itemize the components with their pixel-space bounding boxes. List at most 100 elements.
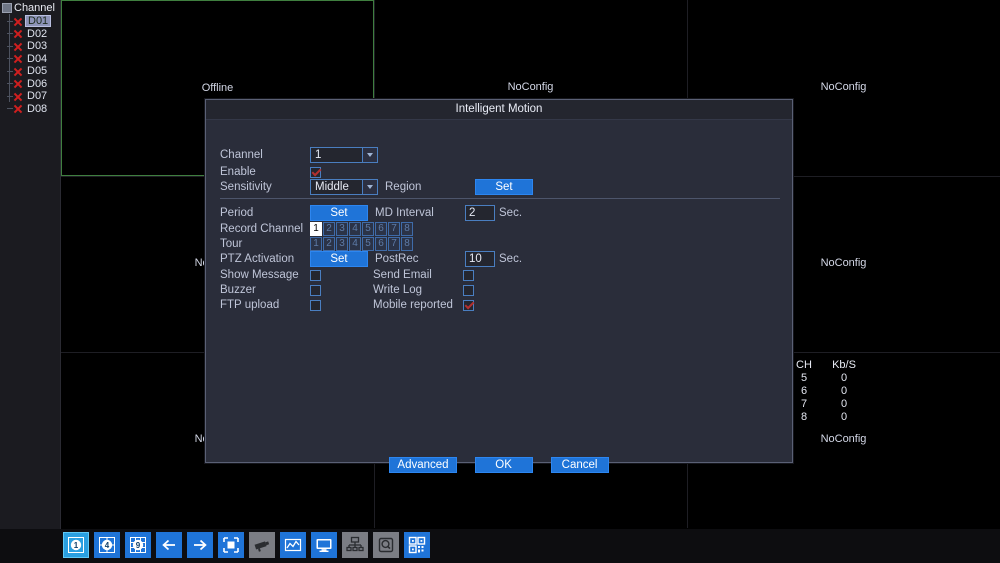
bitrate-col-ch: CH	[796, 358, 812, 371]
channel-item-d05[interactable]: D05	[0, 65, 60, 78]
postrec-input[interactable]: 10	[465, 251, 495, 267]
record-channel-toggle-4[interactable]: 4	[349, 222, 361, 236]
ftp-upload-checkbox[interactable]	[310, 299, 321, 311]
channel-tree-panel: Channel D01 D02 D03 D04 D05 D06 D07 D08	[0, 0, 61, 529]
ok-button[interactable]: OK	[474, 457, 533, 473]
channel-item-d01[interactable]: D01	[0, 15, 60, 28]
bitrate-kbs: 0	[840, 371, 848, 384]
record-channel-toggle-2[interactable]: 2	[323, 222, 335, 236]
channel-item-d03[interactable]: D03	[0, 40, 60, 53]
record-channel-toggle-5[interactable]: 5	[362, 222, 374, 236]
channel-item-label: D04	[27, 52, 48, 65]
layout-4-button[interactable]: 4	[94, 532, 120, 558]
record-channel-toggle-7[interactable]: 7	[388, 222, 400, 236]
pip-icon	[223, 537, 239, 553]
tour-toggle-7[interactable]: 7	[388, 237, 400, 251]
chart-button[interactable]	[280, 532, 306, 558]
enable-field-row: Enable	[220, 164, 321, 180]
bitrate-ch: 5	[800, 371, 808, 384]
write-log-checkbox[interactable]	[463, 284, 474, 296]
period-label: Period	[220, 207, 254, 219]
cancel-button[interactable]: Cancel	[550, 457, 609, 473]
tour-toggle-8[interactable]: 8	[401, 237, 413, 251]
channel-item-label: D02	[27, 27, 48, 40]
qrcode-button[interactable]	[404, 532, 430, 558]
channel-item-d07[interactable]: D07	[0, 90, 60, 103]
bitrate-stats-panel: CH Kb/S 5 0 6 0 7 0 8 0	[790, 358, 870, 423]
bitrate-table-header: CH Kb/S	[790, 358, 870, 371]
video-cell-label: NoConfig	[507, 81, 554, 93]
collapse-box-icon[interactable]	[2, 3, 12, 13]
camera-button[interactable]	[249, 532, 275, 558]
tour-toggle-4[interactable]: 4	[349, 237, 361, 251]
tour-toggle-1[interactable]: 1	[310, 237, 322, 251]
section-divider	[220, 198, 780, 199]
ptz-activation-set-button[interactable]: Set	[310, 251, 368, 267]
previous-arrow-icon	[162, 539, 175, 551]
show-message-checkbox[interactable]	[310, 269, 321, 281]
period-set-button[interactable]: Set	[310, 205, 368, 221]
layout-1-button[interactable]: 1	[63, 532, 89, 558]
enable-checkbox[interactable]	[310, 166, 321, 178]
bitrate-ch: 7	[800, 397, 808, 410]
buzzer-checkbox[interactable]	[310, 284, 321, 296]
pip-button[interactable]	[218, 532, 244, 558]
previous-button[interactable]	[156, 532, 182, 558]
channel-item-d08[interactable]: D08	[0, 103, 60, 116]
channel-select[interactable]: 1	[310, 147, 378, 163]
next-button[interactable]	[187, 532, 213, 558]
tour-toggle-6[interactable]: 6	[375, 237, 387, 251]
bitrate-kbs: 0	[840, 397, 848, 410]
x-icon	[13, 28, 23, 39]
ptz-activation-label: PTZ Activation	[220, 253, 295, 265]
tour-toggle-5[interactable]: 5	[362, 237, 374, 251]
bitrate-ch: 6	[800, 384, 808, 397]
buzzer-field-row: Buzzer Write Log	[220, 282, 474, 298]
hdd-search-icon	[378, 537, 394, 553]
channel-item-d02[interactable]: D02	[0, 28, 60, 41]
camera-icon	[254, 541, 270, 552]
record-channel-toggles: 1 2 3 4 5 6 7 8	[310, 222, 414, 236]
x-icon	[13, 91, 23, 102]
mobile-reported-checkbox[interactable]	[463, 299, 474, 311]
send-email-checkbox[interactable]	[463, 269, 474, 281]
layout-9-button[interactable]: 9	[125, 532, 151, 558]
bitrate-kbs: 0	[840, 384, 848, 397]
record-channel-label: Record Channel	[220, 223, 304, 235]
x-icon	[13, 66, 23, 77]
record-channel-toggle-1[interactable]: 1	[310, 222, 322, 236]
monitor-button[interactable]	[311, 532, 337, 558]
ptz-activation-field-row: PTZ Activation Set PostRec 10 Sec.	[220, 251, 522, 267]
sensitivity-select[interactable]: Middle	[310, 179, 378, 195]
tour-toggle-3[interactable]: 3	[336, 237, 348, 251]
table-row: 7 0	[790, 397, 870, 410]
send-email-label: Send Email	[373, 269, 432, 281]
hdd-search-button[interactable]	[373, 532, 399, 558]
chevron-down-icon[interactable]	[362, 148, 377, 162]
tour-label: Tour	[220, 238, 243, 250]
tour-field-row: Tour 1 2 3 4 5 6 7 8	[220, 236, 414, 252]
region-set-button[interactable]: Set	[475, 179, 533, 195]
dialog-footer: Advanced OK Cancel	[206, 457, 792, 473]
channel-item-d06[interactable]: D06	[0, 78, 60, 91]
sensitivity-field-row: Sensitivity Middle Region Set	[220, 179, 533, 195]
record-channel-toggle-8[interactable]: 8	[401, 222, 413, 236]
network-button[interactable]	[342, 532, 368, 558]
bitrate-kbs: 0	[840, 410, 848, 423]
md-interval-label: MD Interval	[375, 207, 434, 219]
tour-toggle-2[interactable]: 2	[323, 237, 335, 251]
record-channel-toggle-3[interactable]: 3	[336, 222, 348, 236]
record-channel-toggle-6[interactable]: 6	[375, 222, 387, 236]
channel-item-label: D07	[27, 90, 48, 103]
network-icon	[346, 536, 364, 552]
md-interval-input[interactable]: 2	[465, 205, 495, 221]
x-icon	[13, 103, 23, 114]
table-row: 5 0	[790, 371, 870, 384]
channel-item-d04[interactable]: D04	[0, 53, 60, 66]
sensitivity-select-value: Middle	[315, 181, 349, 193]
advanced-button[interactable]: Advanced	[389, 457, 457, 473]
chevron-down-icon[interactable]	[362, 180, 377, 194]
ftp-upload-label: FTP upload	[220, 299, 280, 311]
bitrate-table: CH Kb/S 5 0 6 0 7 0 8 0	[790, 358, 870, 423]
tour-toggles: 1 2 3 4 5 6 7 8	[310, 237, 414, 251]
